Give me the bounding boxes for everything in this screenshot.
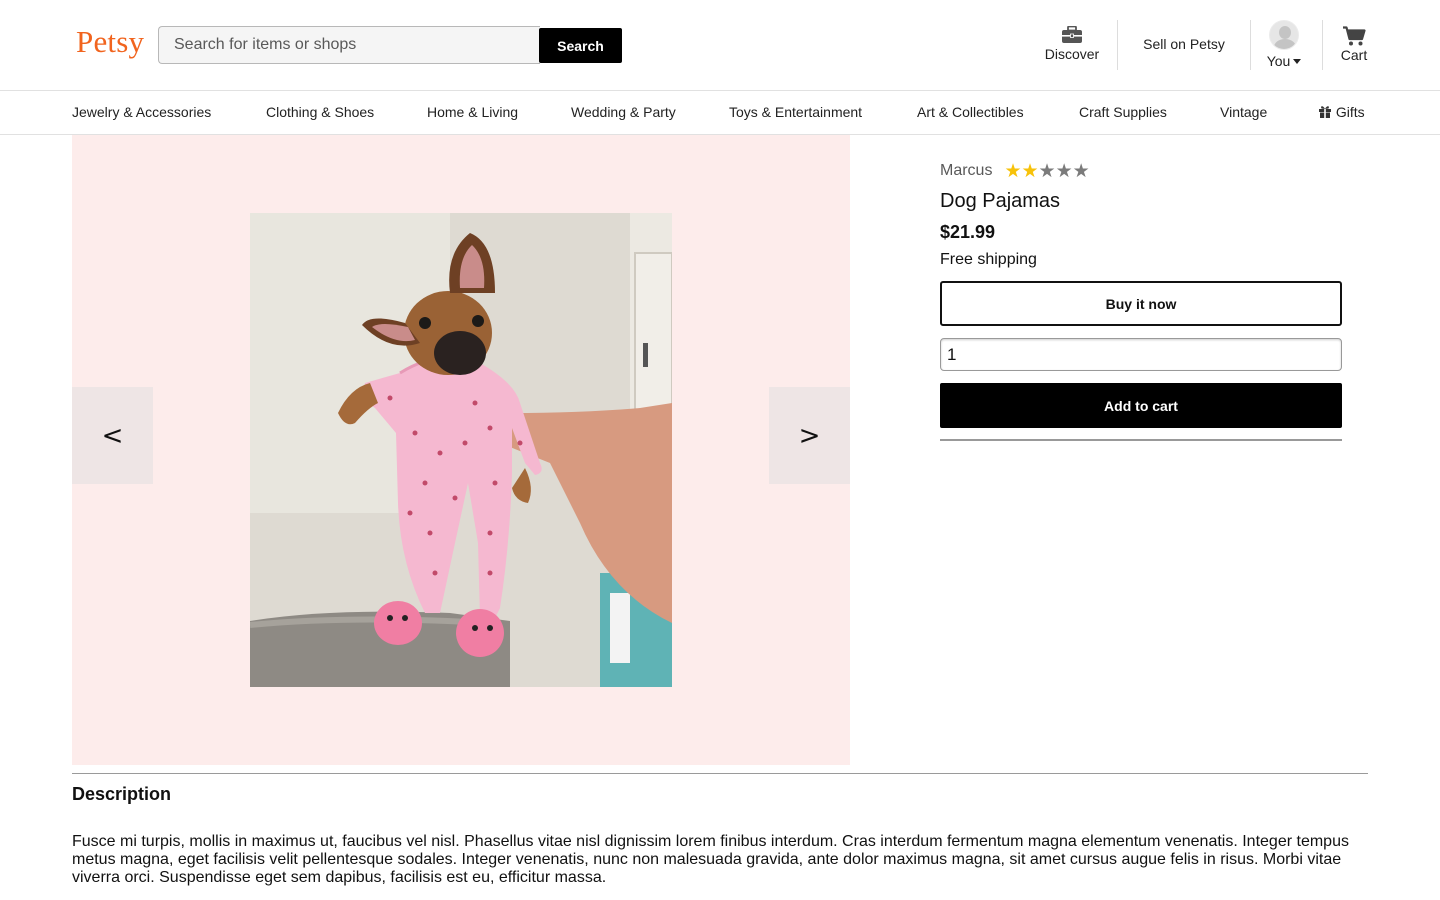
seller-rating-row: Marcus ★ ★ ★ ★ ★	[940, 160, 1090, 182]
details-divider	[940, 439, 1342, 441]
product-title: Dog Pajamas	[940, 190, 1061, 212]
sell-on-petsy-link[interactable]: Sell on Petsy	[1130, 36, 1238, 52]
search-input[interactable]	[158, 26, 540, 64]
you-menu[interactable]: You	[1262, 20, 1306, 71]
header-divider	[1250, 20, 1251, 70]
seller-name[interactable]: Marcus	[940, 162, 992, 180]
category-wedding[interactable]: Wedding & Party	[571, 104, 676, 120]
buy-now-button[interactable]: Buy it now	[940, 281, 1342, 326]
cart-nav[interactable]: Cart	[1330, 26, 1378, 63]
star-empty-icon: ★	[1072, 159, 1090, 182]
caret-down-icon	[1293, 59, 1302, 65]
you-label: You	[1266, 53, 1291, 69]
cart-icon	[1343, 26, 1366, 46]
star-filled-icon: ★	[1004, 159, 1022, 182]
product-price: $21.99	[940, 222, 996, 242]
product-photo	[250, 213, 672, 687]
category-nav: Jewelry & Accessories Clothing & Shoes H…	[0, 90, 1440, 135]
header-divider	[1117, 20, 1118, 70]
add-to-cart-button[interactable]: Add to cart	[940, 383, 1342, 428]
search-button[interactable]: Search	[539, 28, 622, 63]
description-divider	[72, 773, 1368, 774]
site-header: Petsy Search Discover Sell on Petsy You …	[0, 0, 1440, 90]
description-heading: Description	[72, 784, 172, 804]
category-gifts[interactable]: Gifts	[1318, 104, 1365, 120]
star-empty-icon: ★	[1038, 159, 1056, 182]
avatar	[1269, 20, 1299, 50]
category-vintage[interactable]: Vintage	[1220, 104, 1267, 120]
category-home[interactable]: Home & Living	[427, 104, 518, 120]
star-empty-icon: ★	[1055, 159, 1073, 182]
discover-label: Discover	[1044, 46, 1100, 62]
star-filled-icon: ★	[1021, 159, 1039, 182]
category-craft[interactable]: Craft Supplies	[1079, 104, 1167, 120]
petsy-logo[interactable]: Petsy	[76, 24, 144, 60]
description-text: Fusce mi turpis, mollis in maximus ut, f…	[72, 833, 1349, 886]
category-art[interactable]: Art & Collectibles	[917, 104, 1024, 120]
header-divider	[1322, 20, 1323, 70]
discover-nav[interactable]: Discover	[1030, 26, 1114, 66]
quantity-input[interactable]	[940, 338, 1342, 371]
cart-label: Cart	[1340, 47, 1368, 63]
category-gifts-label: Gifts	[1335, 104, 1365, 120]
star-rating: ★ ★ ★ ★ ★	[1004, 159, 1090, 182]
previous-image-button[interactable]: <	[72, 387, 153, 484]
category-clothing[interactable]: Clothing & Shoes	[266, 104, 374, 120]
shipping-info: Free shipping	[940, 251, 1037, 268]
image-gallery: < >	[72, 135, 850, 765]
briefcase-icon	[1062, 26, 1082, 43]
category-jewelry[interactable]: Jewelry & Accessories	[72, 104, 211, 120]
gift-icon	[1319, 106, 1331, 118]
next-image-button[interactable]: >	[769, 387, 850, 484]
category-toys[interactable]: Toys & Entertainment	[729, 104, 862, 120]
